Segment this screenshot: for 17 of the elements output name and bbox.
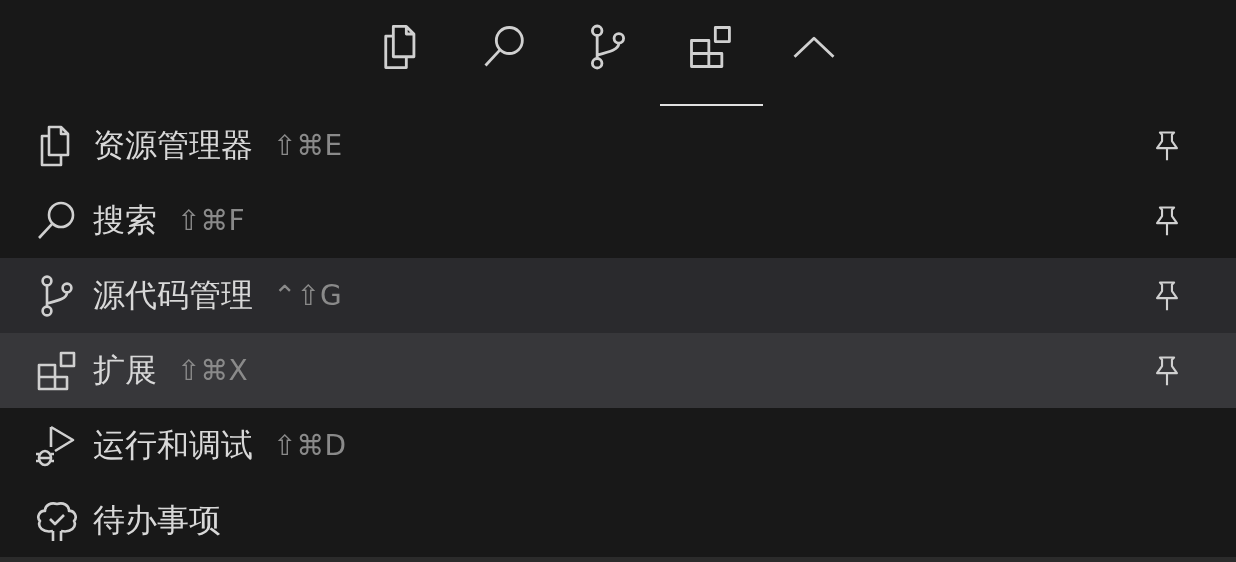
keyboard-shortcut: ⇧⌘F xyxy=(177,204,245,237)
keyboard-shortcut: ⌃⇧G xyxy=(273,279,342,312)
view-item[interactable]: 搜索 ⇧⌘F xyxy=(0,183,1236,258)
keyboard-shortcut: ⇧⌘X xyxy=(177,354,248,387)
view-label: 扩展 xyxy=(93,349,157,391)
view-label: 待办事项 xyxy=(93,499,221,541)
view-item[interactable]: 待办事项 xyxy=(0,483,1236,557)
view-item[interactable]: 运行和调试 ⇧⌘D xyxy=(0,408,1236,483)
keyboard-shortcut: ⇧⌘D xyxy=(273,429,347,462)
view-label: 资源管理器 xyxy=(93,124,253,166)
keyboard-shortcut: ⇧⌘E xyxy=(273,129,343,162)
view-item[interactable]: 资源管理器 ⇧⌘E xyxy=(0,108,1236,183)
view-label: 搜索 xyxy=(93,199,157,241)
view-item[interactable]: 源代码管理 ⌃⇧G xyxy=(0,258,1236,333)
view-item[interactable]: 扩展 ⇧⌘X xyxy=(0,333,1236,408)
view-label: 源代码管理 xyxy=(93,274,253,316)
view-label: 运行和调试 xyxy=(93,424,253,466)
